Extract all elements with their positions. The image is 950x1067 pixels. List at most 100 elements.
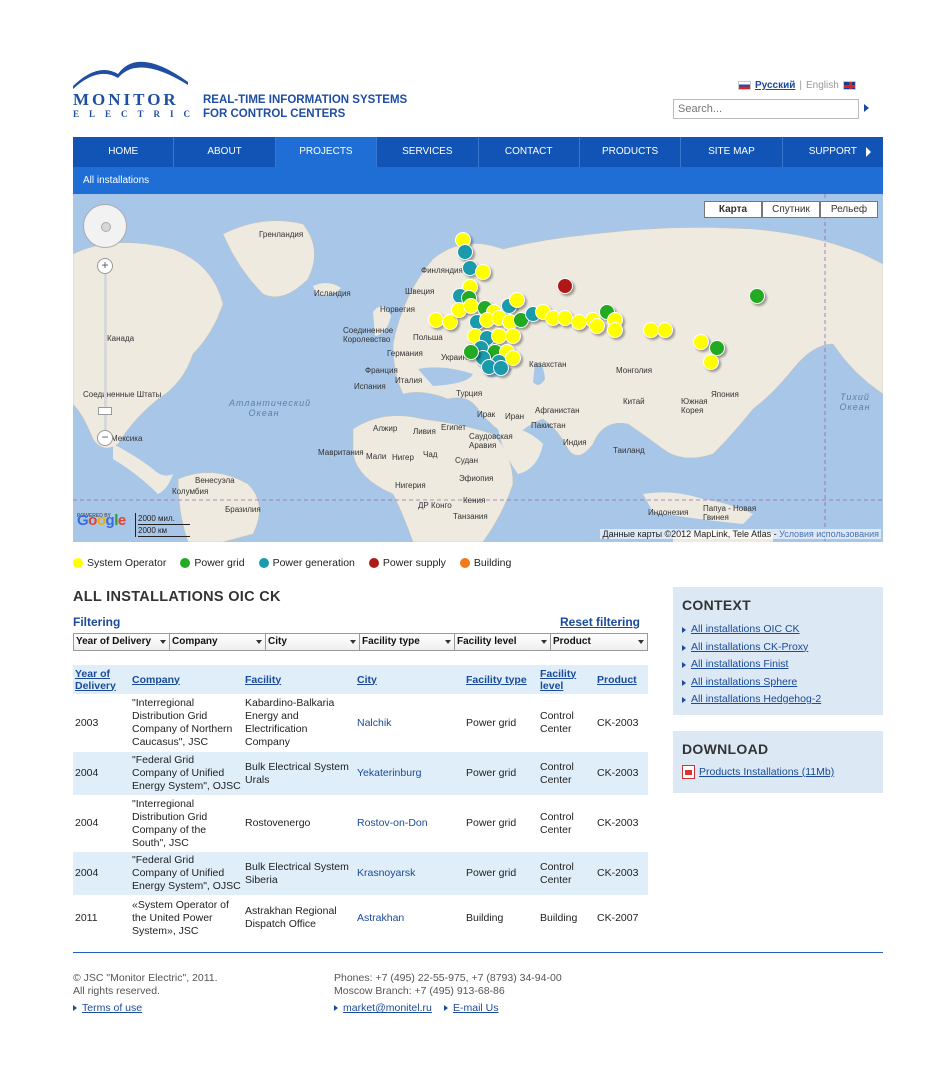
nav-contact[interactable]: CONTACT <box>479 137 580 167</box>
download-link[interactable]: Products Installations (11Mb) <box>699 766 834 778</box>
col-header-year[interactable]: Year of Delivery <box>73 665 130 694</box>
email-us-link[interactable]: E-mail Us <box>453 1002 499 1014</box>
map-label: Чад <box>423 450 438 459</box>
installation-marker[interactable] <box>463 344 479 360</box>
email-address-link[interactable]: market@monitel.ru <box>343 1002 432 1014</box>
map-label: Бразилия <box>225 505 261 514</box>
installation-marker[interactable] <box>509 292 525 308</box>
installation-marker[interactable] <box>457 244 473 260</box>
tagline-line-1: REAL-TIME INFORMATION SYSTEMS <box>203 94 408 106</box>
orange-dot-icon <box>459 558 470 568</box>
nav-about[interactable]: ABOUT <box>174 137 276 167</box>
filter-facility-type-select[interactable]: Facility type <box>360 634 455 650</box>
installation-marker[interactable] <box>749 288 765 304</box>
cell-city-link[interactable]: Yekaterinburg <box>357 767 421 779</box>
cell-type: Power grid <box>466 817 517 829</box>
legend-power-supply: Power supply <box>368 557 446 569</box>
footer-copy-line-1: © JSC "Monitor Electric", 2011. <box>73 972 218 984</box>
cell-city-link[interactable]: Krasnoyarsk <box>357 867 415 879</box>
installation-marker[interactable] <box>557 278 573 294</box>
map-label: Мали <box>366 452 387 461</box>
col-header-facility-type[interactable]: Facility type <box>464 665 538 694</box>
russian-flag-icon <box>738 81 751 90</box>
installation-marker[interactable] <box>493 360 509 376</box>
col-header-city[interactable]: City <box>355 665 464 694</box>
logo-text[interactable]: MONITOR <box>73 90 179 110</box>
map-pan-control[interactable] <box>83 204 127 248</box>
map-type-terrain-button[interactable]: Рельеф <box>820 201 878 218</box>
installation-marker[interactable] <box>505 328 521 344</box>
cell-product: CK-2003 <box>595 852 648 895</box>
nav-projects[interactable]: PROJECTS <box>275 137 378 167</box>
map-label: Соединенные Штаты <box>83 390 162 399</box>
map-terms-link[interactable]: Условия использования <box>779 529 879 539</box>
nav-products[interactable]: PRODUCTS <box>580 137 682 167</box>
context-links: All installations OIC CK All installatio… <box>682 621 874 709</box>
nav-home[interactable]: HOME <box>73 137 175 167</box>
cell-company: "Interregional Distribution Grid Company… <box>132 797 208 849</box>
map-label: Танзания <box>453 512 488 521</box>
nav-services[interactable]: SERVICES <box>377 137 479 167</box>
installation-marker[interactable] <box>657 322 673 338</box>
filter-year-select[interactable]: Year of Delivery <box>74 634 170 650</box>
installation-marker[interactable] <box>607 322 623 338</box>
cell-city-link[interactable]: Nalchik <box>357 717 391 729</box>
map-label: Китай <box>623 397 645 406</box>
cell-city-link[interactable]: Rostov-on-Don <box>357 817 428 829</box>
nav-site-map[interactable]: SITE MAP <box>681 137 783 167</box>
lang-russian-link[interactable]: Русский <box>755 80 795 91</box>
map-label: Монголия <box>616 366 653 375</box>
filter-city-select[interactable]: City <box>266 634 360 650</box>
search-go-icon[interactable] <box>864 104 869 112</box>
col-header-company[interactable]: Company <box>130 665 243 694</box>
map-label: Япония <box>711 390 739 399</box>
legend-label: Power grid <box>194 557 245 569</box>
email-link-item: market@monitel.ru <box>334 1002 432 1014</box>
context-link[interactable]: All installations Sphere <box>691 676 797 688</box>
legend-label: Power supply <box>382 557 446 569</box>
filter-bar: Year of Delivery Company City Facility t… <box>73 633 648 651</box>
installation-marker[interactable] <box>693 334 709 350</box>
filter-product-select[interactable]: Product <box>551 634 647 650</box>
zoom-in-button[interactable]: + <box>97 258 113 274</box>
map-label: Судан <box>455 456 479 465</box>
installation-marker[interactable] <box>703 354 719 370</box>
context-link[interactable]: All installations Hedgehog-2 <box>691 693 821 705</box>
nav-support[interactable]: SUPPORT <box>783 137 883 167</box>
footer-contacts: Phones: +7 (495) 22-55-975, +7 (8793) 34… <box>334 972 562 998</box>
zoom-out-button[interactable]: − <box>97 430 113 446</box>
filter-facility-level-select[interactable]: Facility level <box>455 634 551 650</box>
context-link[interactable]: All installations CK-Proxy <box>691 641 808 653</box>
map-label: Индонезия <box>648 508 689 517</box>
terms-of-use-link[interactable]: Terms of use <box>82 1002 142 1014</box>
cell-type: Power grid <box>464 752 538 795</box>
filter-company-select[interactable]: Company <box>170 634 266 650</box>
zoom-slider-handle[interactable] <box>98 407 112 415</box>
search-input[interactable] <box>673 99 859 119</box>
subnav-all-installations[interactable]: All installations <box>73 167 883 194</box>
context-link[interactable]: All installations Finist <box>691 658 788 670</box>
map-label: Канада <box>107 334 135 343</box>
col-header-facility-level[interactable]: Facility level <box>538 665 595 694</box>
map-label: Гренландия <box>259 230 304 239</box>
context-link-item: All installations Sphere <box>682 674 874 692</box>
cell-facility: Kabardino-Balkaria Energy and Electrific… <box>245 697 335 748</box>
cell-level: Building <box>540 911 578 924</box>
map-type-satellite-button[interactable]: Спутник <box>762 201 820 218</box>
reset-filtering-link[interactable]: Reset filtering <box>560 615 640 629</box>
context-link[interactable]: All installations OIC CK <box>691 623 800 635</box>
col-header-product[interactable]: Product <box>595 665 648 694</box>
cell-facility: Astrakhan Regional Dispatch Office <box>245 905 337 930</box>
col-header-facility[interactable]: Facility <box>243 665 355 694</box>
filtering-heading: Filtering <box>73 615 121 629</box>
map-type-map-button[interactable]: Карта <box>704 201 762 218</box>
terms-link-item: Terms of use <box>73 1002 142 1014</box>
installations-map[interactable]: Гренландия Исландия Финляндия Швеция Нор… <box>73 194 883 542</box>
cell-facility: Bulk Electrical System Urals <box>243 752 355 795</box>
map-copyright: Данные карты ©2012 MapLink, Tele Atlas -… <box>600 529 881 539</box>
installation-marker[interactable] <box>589 318 605 334</box>
cell-city-link[interactable]: Astrakhan <box>357 912 404 924</box>
installation-marker[interactable] <box>475 264 491 280</box>
map-label: Франция <box>365 366 398 375</box>
google-logo[interactable]: Google <box>77 512 126 529</box>
